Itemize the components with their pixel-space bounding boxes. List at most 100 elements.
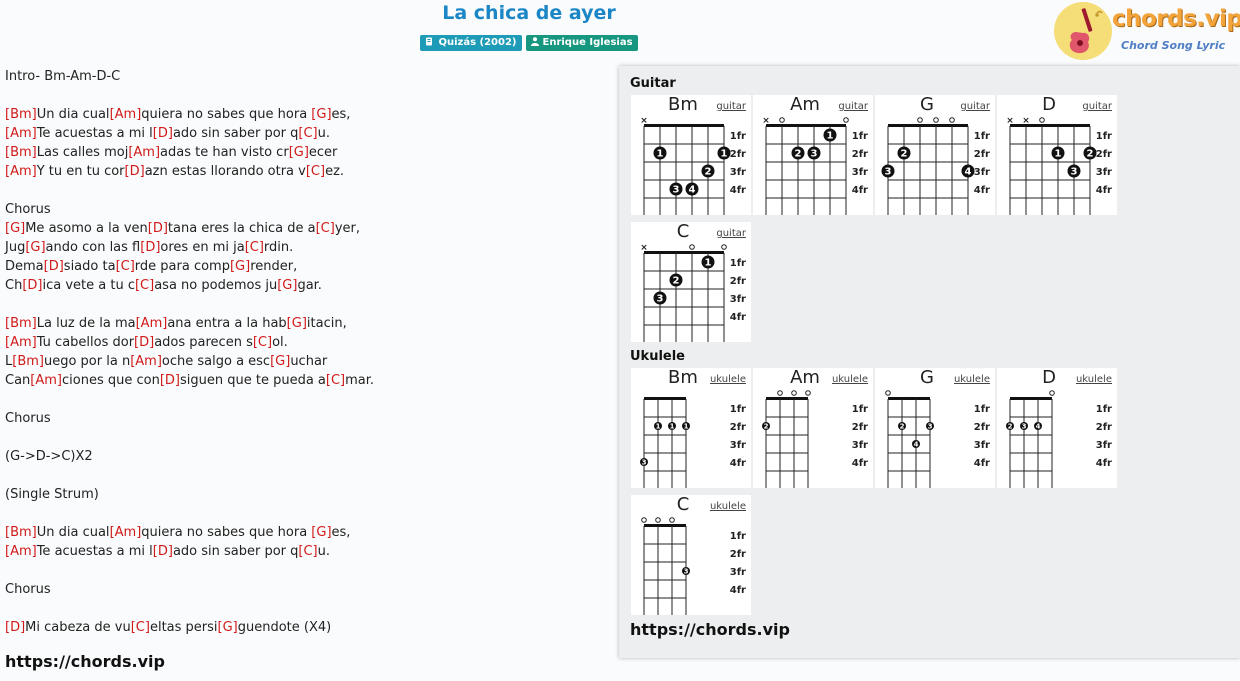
lyric-line	[5, 561, 605, 580]
chord-marker[interactable]: [C]	[135, 278, 154, 293]
chord-marker[interactable]: [Am]	[5, 544, 37, 559]
chord-marker[interactable]: [C]	[253, 335, 272, 350]
ukulele-chord-diagram-c[interactable]: Cukulele 3 1fr 2fr 3fr 4fr	[631, 494, 751, 615]
site-logo[interactable]: chords.vip Chord Song Lyric	[1054, 2, 1240, 60]
fret-label: 4fr	[730, 585, 746, 596]
chord-marker[interactable]: [C]	[131, 620, 150, 635]
finger-number: 1	[684, 423, 689, 431]
fretboard-diagram: 23 4 1fr 2fr 3fr 4fr	[881, 117, 990, 215]
chord-marker[interactable]: [Bm]	[5, 316, 37, 331]
lyric-text: Chorus	[5, 411, 51, 426]
guitar-chord-diagram-c[interactable]: Cguitar × 1 2 3 1fr 2fr 3fr 4fr	[631, 221, 751, 342]
chord-marker[interactable]: [G]	[230, 259, 250, 274]
chord-marker[interactable]: [C]	[316, 221, 335, 236]
lyric-text: Can	[5, 373, 31, 388]
chord-marker[interactable]: [C]	[245, 240, 264, 255]
lyric-line: [D]Mi cabeza de vu[C]eltas persi[G]guend…	[5, 618, 605, 637]
chord-marker[interactable]: [G]	[311, 107, 331, 122]
chord-marker[interactable]: [D]	[125, 164, 145, 179]
finger-dot: 4	[961, 164, 975, 178]
chord-marker[interactable]: [Am]	[5, 335, 37, 350]
chord-marker[interactable]: [Am]	[30, 373, 62, 388]
finger-number: 4	[965, 167, 972, 178]
chord-marker[interactable]: [C]	[116, 259, 135, 274]
lyric-line: [Am]Y tu en tu cor[D]azn estas llorando …	[5, 162, 605, 181]
ukulele-chord-diagram-g[interactable]: Gukulele 2 3 4 1fr 2fr 3fr 4fr	[875, 367, 995, 488]
chord-marker[interactable]: [Am]	[110, 525, 142, 540]
album-badge[interactable]: Quizás (2002)	[420, 35, 522, 51]
chord-marker[interactable]: [D]	[148, 221, 168, 236]
lyric-text: adas te han visto cr	[160, 145, 289, 160]
lyrics-footer-url[interactable]: https://chords.vip	[5, 652, 165, 671]
chord-marker[interactable]: [G]	[287, 316, 307, 331]
chord-marker[interactable]: [G]	[311, 525, 331, 540]
chord-marker[interactable]: [D]	[160, 373, 180, 388]
lyric-line: [Bm]La luz de la ma[Am]ana entra a la ha…	[5, 314, 605, 333]
chord-marker[interactable]: [D]	[22, 278, 42, 293]
finger-dot: 2	[762, 422, 770, 431]
chord-marker[interactable]: [D]	[134, 335, 154, 350]
chord-marker[interactable]: [D]	[44, 259, 64, 274]
finger-number: 2	[673, 276, 680, 287]
lyric-text: Y tu en tu cor	[36, 164, 125, 179]
chord-marker[interactable]: [C]	[298, 126, 317, 141]
open-string-marker	[791, 390, 797, 396]
fretboard-diagram: 2 1fr 2fr 3fr 4fr	[762, 390, 868, 488]
ukulele-chord-diagram-am[interactable]: Am ukulele 2 1fr 2fr 3fr 4fr	[753, 367, 873, 488]
fret-label: 2fr	[730, 549, 746, 560]
open-string-marker	[1039, 117, 1045, 123]
fret-label: 4fr	[730, 458, 746, 469]
chord-marker[interactable]: [Bm]	[5, 525, 37, 540]
panel-footer-url[interactable]: https://chords.vip	[630, 620, 790, 639]
chord-marker[interactable]: [G]	[25, 240, 45, 255]
open-string-marker	[949, 117, 955, 123]
ukulele-chord-diagram-bm[interactable]: Bm ukulele 1 1 1 3 1fr 2fr 3fr 4fr	[631, 367, 751, 488]
chord-marker[interactable]: [Bm]	[5, 107, 37, 122]
lyric-text: render,	[250, 259, 298, 274]
fret-label: 1fr	[730, 404, 746, 415]
chord-marker[interactable]: [Am]	[130, 354, 162, 369]
finger-dot: 4	[1034, 422, 1042, 431]
chord-marker[interactable]: [G]	[270, 354, 290, 369]
chord-marker[interactable]: [G]	[218, 620, 238, 635]
lyric-line: Jug[G]ando con las fl[D]ores en mi ja[C]…	[5, 238, 605, 257]
guitar-chord-diagram-bm[interactable]: Bm guitar × 1 1 2 3 4 1fr 2fr 3fr 4fr	[631, 94, 751, 215]
chord-marker[interactable]: [D]	[140, 240, 160, 255]
chord-marker[interactable]: [Am]	[5, 164, 37, 179]
finger-dot: 4	[912, 440, 920, 449]
chord-marker[interactable]: [D]	[153, 126, 173, 141]
open-string-marker	[655, 517, 661, 523]
chord-marker[interactable]: [D]	[153, 544, 173, 559]
lyric-text: Jug	[5, 240, 26, 255]
logo-subtitle: Chord Song Lyric	[1121, 39, 1226, 52]
chord-marker[interactable]: [C]	[306, 164, 325, 179]
chord-marker[interactable]: [Am]	[128, 145, 160, 160]
chord-marker[interactable]: [C]	[298, 544, 317, 559]
guitar-chord-diagram-am[interactable]: Am guitar × 1 2 3 1fr 2fr 3fr 4fr	[753, 94, 873, 215]
chord-marker[interactable]: [Am]	[136, 316, 168, 331]
lyric-line: [Am]Te acuestas a mi l[D]ado sin saber p…	[5, 542, 605, 561]
fret-label: 1fr	[852, 404, 868, 415]
chord-marker[interactable]: [Am]	[5, 126, 37, 141]
finger-number: 2	[795, 149, 802, 160]
finger-dot: 1	[717, 146, 731, 160]
chord-marker[interactable]: [C]	[326, 373, 345, 388]
fret-label: 2fr	[730, 149, 746, 160]
chord-marker[interactable]: [G]	[289, 145, 309, 160]
artist-badge[interactable]: Enrique Iglesias	[525, 35, 638, 51]
chord-marker[interactable]: [D]	[5, 620, 25, 635]
ukulele-chord-diagram-d[interactable]: Dukulele 2 3 4 1fr 2fr 3fr 4fr	[997, 367, 1117, 488]
album-icon	[426, 37, 433, 46]
chord-marker[interactable]: [Bm]	[12, 354, 44, 369]
chord-marker[interactable]: [Bm]	[5, 145, 37, 160]
guitar-chord-diagram-g[interactable]: Gguitar 2 3 4 1fr 2fr 3fr 4fr	[875, 94, 995, 215]
lyric-text: gar.	[297, 278, 322, 293]
chord-marker[interactable]: [G]	[5, 221, 25, 236]
chord-marker[interactable]: [G]	[277, 278, 297, 293]
lyric-text: ciones que con	[62, 373, 160, 388]
finger-number: 3	[642, 459, 647, 467]
lyric-line	[5, 295, 605, 314]
guitar-chord-diagram-d[interactable]: Dguitar × × 1 2 3 1fr 2fr 3fr 4fr	[997, 94, 1117, 215]
fret-label: 4fr	[730, 185, 746, 196]
chord-marker[interactable]: [Am]	[110, 107, 142, 122]
